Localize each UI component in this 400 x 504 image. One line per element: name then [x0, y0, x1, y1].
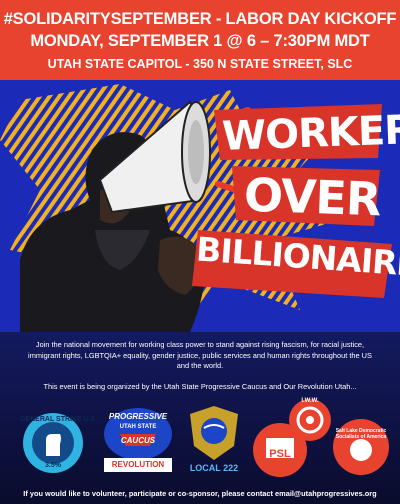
slogan-workers: WORKERS [221, 106, 400, 160]
caucus-progressive: PROGRESSIVE [108, 412, 168, 421]
iww-logo [289, 399, 331, 441]
poster-header: #SOLIDARITYSEPTEMBER - LABOR DAY KICKOFF… [0, 0, 400, 80]
caucus-utah-state: UTAH STATE [119, 424, 157, 430]
hero-image: WORKERS OVER BILLIONAIRES [0, 80, 400, 332]
organizers-paragraph: This event is being organized by the Uta… [43, 382, 357, 391]
psl-label: PSL [269, 448, 291, 460]
rose-fist-icon [350, 439, 372, 461]
teamsters-local: LOCAL 222 [189, 463, 239, 473]
event-datetime: MONDAY, SEPTEMBER 1 @ 6 – 7:30PM MDT [30, 32, 370, 50]
event-title: #SOLIDARITYSEPTEMBER - LABOR DAY KICKOFF [3, 10, 397, 28]
slogan-over: OVER [243, 167, 382, 227]
contact-footer: If you would like to volunteer, particip… [23, 489, 377, 498]
caucus-label: CAUCUS [120, 436, 156, 445]
fist-icon [46, 434, 61, 456]
megaphone-inner [188, 120, 204, 184]
globe-icon [306, 416, 314, 424]
movement-paragraph: Join the national movement for working c… [28, 340, 372, 371]
iww-label: I.W.W. [301, 398, 319, 404]
our-revolution-label: REVOLUTION [111, 460, 165, 469]
general-strike-percent: 3.5% [45, 462, 61, 469]
teamsters-logo [190, 406, 238, 460]
dsa-label: Salt Lake Democratic Socialists of Ameri… [335, 428, 387, 440]
event-location: UTAH STATE CAPITOL - 350 N STATE STREET,… [47, 57, 353, 71]
event-description: Join the national movement for working c… [0, 332, 400, 504]
event-poster: #SOLIDARITYSEPTEMBER - LABOR DAY KICKOFF… [0, 0, 400, 504]
dsa-logo [333, 419, 389, 475]
general-strike-text: GENERAL STRIKE U.S. [20, 416, 98, 423]
